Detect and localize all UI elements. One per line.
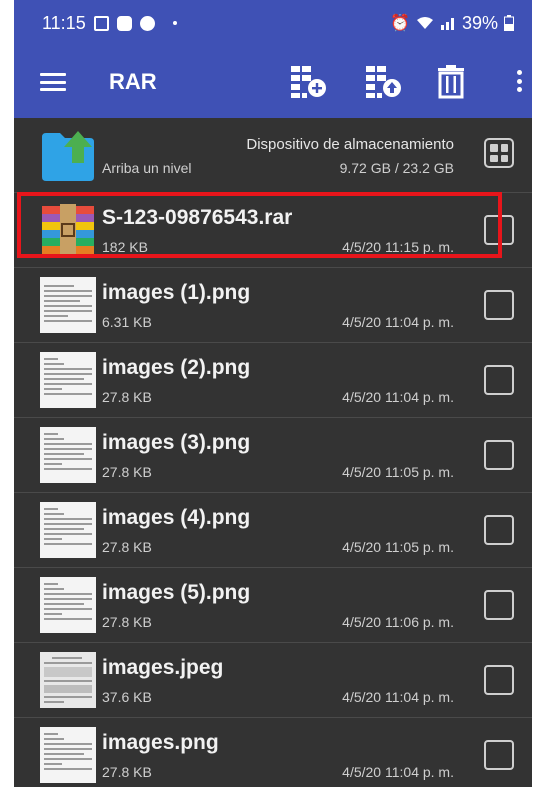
more-options-icon[interactable] [516, 70, 522, 92]
rar-archive-icon [42, 204, 94, 256]
file-name: images (4).png [102, 506, 251, 529]
select-checkbox[interactable] [484, 665, 514, 695]
file-size: 6.31 KB [102, 314, 152, 330]
select-checkbox[interactable] [484, 515, 514, 545]
select-checkbox[interactable] [484, 365, 514, 395]
document-thumbnail [40, 652, 96, 708]
file-size: 27.8 KB [102, 764, 152, 780]
phone-screen: 11:15 ⏰ 39% RAR Dispositivo de almacenam… [14, 0, 532, 787]
document-thumbnail [40, 427, 96, 483]
file-date: 4/5/20 11:04 p. m. [342, 764, 454, 780]
document-thumbnail [40, 577, 96, 633]
storage-usage: 9.72 GB / 23.2 GB [339, 160, 454, 176]
file-list: Dispositivo de almacenamiento Arriba un … [14, 118, 532, 787]
app-notification-icon [116, 15, 132, 31]
file-date: 4/5/20 11:15 p. m. [342, 239, 454, 255]
app-bar: RAR [14, 46, 532, 118]
file-name: images (3).png [102, 431, 251, 454]
battery-percentage: 39% [461, 12, 498, 33]
file-row[interactable]: images (1).png 6.31 KB 4/5/20 11:04 p. m… [14, 268, 532, 343]
parent-folder-row[interactable]: Dispositivo de almacenamiento Arriba un … [14, 118, 532, 193]
file-row[interactable]: images (2).png 27.8 KB 4/5/20 11:04 p. m… [14, 343, 532, 418]
document-thumbnail [40, 352, 96, 408]
file-size: 37.6 KB [102, 689, 152, 705]
wifi-icon [416, 17, 433, 29]
file-name: images (1).png [102, 281, 251, 304]
file-size: 27.8 KB [102, 464, 152, 480]
select-checkbox[interactable] [484, 215, 514, 245]
file-size: 27.8 KB [102, 539, 152, 555]
menu-icon[interactable] [40, 73, 66, 91]
document-thumbnail [40, 277, 96, 333]
file-row[interactable]: images (4).png 27.8 KB 4/5/20 11:05 p. m… [14, 493, 532, 568]
delete-icon[interactable] [436, 64, 466, 100]
chat-notification-icon [139, 15, 155, 31]
status-time: 11:15 [42, 12, 86, 33]
file-date: 4/5/20 11:04 p. m. [342, 314, 454, 330]
file-name: images (2).png [102, 356, 251, 379]
file-row[interactable]: images.jpeg 37.6 KB 4/5/20 11:04 p. m. [14, 643, 532, 718]
select-checkbox[interactable] [484, 440, 514, 470]
status-bar: 11:15 ⏰ 39% [14, 0, 532, 46]
more-notifications-dot-icon [172, 21, 177, 25]
file-size: 182 KB [102, 239, 148, 255]
folder-up-icon [42, 131, 94, 181]
document-thumbnail [40, 727, 96, 783]
select-checkbox[interactable] [484, 740, 514, 770]
gallery-notification-icon [93, 15, 109, 31]
add-to-archive-icon[interactable] [289, 64, 327, 100]
select-checkbox[interactable] [484, 290, 514, 320]
file-size: 27.8 KB [102, 614, 152, 630]
document-thumbnail [40, 502, 96, 558]
file-date: 4/5/20 11:04 p. m. [342, 689, 454, 705]
storage-label: Dispositivo de almacenamiento [246, 136, 454, 153]
file-date: 4/5/20 11:05 p. m. [342, 464, 454, 480]
file-row[interactable]: images (3).png 27.8 KB 4/5/20 11:05 p. m… [14, 418, 532, 493]
file-name: S-123-09876543.rar [102, 206, 293, 229]
battery-icon [504, 15, 514, 31]
file-row[interactable]: images (5).png 27.8 KB 4/5/20 11:06 p. m… [14, 568, 532, 643]
file-name: images.png [102, 731, 219, 754]
up-one-level-label: Arriba un nivel [102, 160, 192, 176]
file-name: images.jpeg [102, 656, 224, 679]
file-row[interactable]: S-123-09876543.rar 182 KB 4/5/20 11:15 p… [14, 193, 532, 268]
file-row[interactable]: images.png 27.8 KB 4/5/20 11:04 p. m. [14, 718, 532, 787]
select-checkbox[interactable] [484, 590, 514, 620]
alarm-icon: ⏰ [390, 15, 410, 32]
grid-view-icon[interactable] [484, 138, 514, 168]
signal-icon [440, 18, 454, 30]
app-title: RAR [109, 69, 157, 94]
file-date: 4/5/20 11:05 p. m. [342, 539, 454, 555]
file-size: 27.8 KB [102, 389, 152, 405]
file-date: 4/5/20 11:04 p. m. [342, 389, 454, 405]
file-name: images (5).png [102, 581, 251, 604]
extract-archive-icon[interactable] [364, 64, 402, 100]
file-date: 4/5/20 11:06 p. m. [342, 614, 454, 630]
